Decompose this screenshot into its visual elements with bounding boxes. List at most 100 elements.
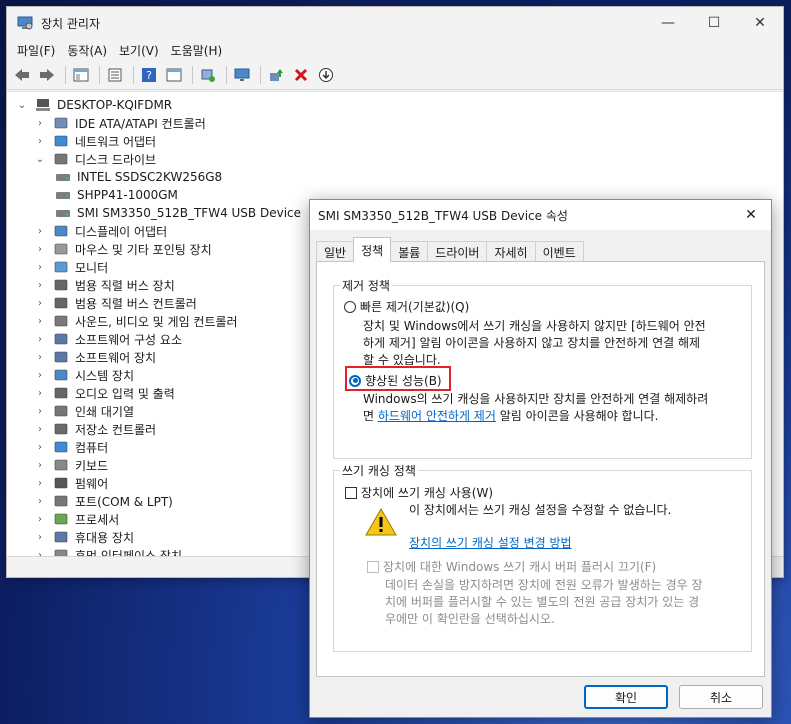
- chevron-right-icon[interactable]: ›: [33, 424, 47, 435]
- update-driver-icon: [270, 69, 283, 81]
- tree-category-item[interactable]: › 마우스 및 기타 포인팅 장치: [33, 240, 212, 258]
- tree-category-item[interactable]: › 펌웨어: [33, 474, 108, 492]
- properties-icon: [108, 68, 122, 82]
- quick-removal-radio[interactable]: 빠른 제거(기본값)(Q): [344, 298, 469, 315]
- toolbar: ?: [7, 61, 783, 90]
- policy-panel: 제거 정책 빠른 제거(기본값)(Q) 장치 및 Windows에서 쓰기 캐싱…: [316, 261, 765, 677]
- device-category-icon: [54, 387, 68, 399]
- close-button[interactable]: ✕: [737, 7, 783, 39]
- ok-button[interactable]: 확인: [584, 685, 668, 709]
- device-category-icon: [54, 135, 68, 147]
- tab-details[interactable]: 자세히: [486, 241, 536, 262]
- tree-category-item[interactable]: › 인쇄 대기열: [33, 402, 134, 420]
- tree-category-item[interactable]: › 프로세서: [33, 510, 119, 528]
- tree-category-item[interactable]: › 휴대용 장치: [33, 528, 134, 546]
- view-pane-button[interactable]: [163, 64, 185, 86]
- flush-desc-line: 치에 버퍼를 플러시할 수 있는 별도의 전원 공급 장치가 있는 경: [385, 595, 700, 609]
- dialog-close-button[interactable]: ✕: [731, 200, 771, 230]
- menu-file[interactable]: 파일(F): [11, 42, 61, 59]
- tab-policy[interactable]: 정책: [353, 237, 392, 262]
- tree-category-item[interactable]: › 소프트웨어 구성 요소: [33, 330, 182, 348]
- minimize-button[interactable]: —: [645, 7, 691, 39]
- tree-category-item[interactable]: › 범용 직렬 버스 컨트롤러: [33, 294, 197, 312]
- tree-item-label: 저장소 컨트롤러: [75, 422, 157, 437]
- device-category-icon: [54, 243, 68, 255]
- tab-volume[interactable]: 볼륨: [390, 241, 429, 262]
- tree-child-item[interactable]: SHPP41-1000GM: [55, 186, 178, 204]
- chevron-down-icon[interactable]: ⌄: [15, 100, 29, 111]
- better-performance-radio[interactable]: 향상된 성능(B): [349, 372, 442, 389]
- chevron-right-icon[interactable]: ›: [33, 136, 47, 147]
- menu-help[interactable]: 도움말(H): [165, 42, 229, 59]
- tree-item-label: 모니터: [75, 260, 109, 275]
- tree-root[interactable]: ⌄ DESKTOP-KQIFDMR: [15, 96, 172, 114]
- chevron-right-icon[interactable]: ›: [33, 352, 47, 363]
- chevron-right-icon[interactable]: ›: [33, 496, 47, 507]
- chevron-right-icon[interactable]: ›: [33, 514, 47, 525]
- chevron-right-icon[interactable]: ›: [33, 316, 47, 327]
- menu-action[interactable]: 동작(A): [61, 42, 113, 59]
- chevron-right-icon[interactable]: ›: [33, 226, 47, 237]
- menu-view[interactable]: 보기(V): [113, 42, 165, 59]
- tab-events[interactable]: 이벤트: [534, 241, 584, 262]
- chevron-right-icon[interactable]: ›: [33, 334, 47, 345]
- show-hide-tree-button[interactable]: [70, 64, 92, 86]
- tree-child-item[interactable]: INTEL SSDSC2KW256G8: [55, 168, 222, 186]
- update-driver-button[interactable]: [265, 64, 287, 86]
- tree-category-item[interactable]: › 범용 직렬 버스 장치: [33, 276, 175, 294]
- change-caching-settings-link[interactable]: 장치의 쓰기 캐싱 설정 변경 방법: [409, 535, 572, 552]
- tab-general[interactable]: 일반: [316, 241, 355, 262]
- monitor-button[interactable]: [231, 64, 253, 86]
- tree-category-item[interactable]: › 저장소 컨트롤러: [33, 420, 156, 438]
- tree-category-item[interactable]: ⌄ 디스크 드라이브: [33, 150, 156, 168]
- chevron-down-icon[interactable]: ⌄: [33, 154, 47, 165]
- tab-driver[interactable]: 드라이버: [427, 241, 488, 262]
- tree-item-label: 소프트웨어 구성 요소: [75, 332, 182, 347]
- enable-write-caching-checkbox[interactable]: 장치에 쓰기 캐싱 사용(W): [345, 484, 493, 501]
- back-button[interactable]: [11, 64, 33, 86]
- chevron-right-icon[interactable]: ›: [33, 388, 47, 399]
- chevron-right-icon[interactable]: ›: [33, 532, 47, 543]
- forward-button[interactable]: [36, 64, 58, 86]
- tree-item-label: 휴대용 장치: [75, 530, 135, 545]
- write-caching-legend: 쓰기 캐싱 정책: [342, 464, 416, 478]
- help-button[interactable]: ?: [138, 64, 160, 86]
- chevron-right-icon[interactable]: ›: [33, 478, 47, 489]
- tree-category-item[interactable]: › IDE ATA/ATAPI 컨트롤러: [33, 114, 206, 132]
- tree-child-item[interactable]: SMI SM3350_512B_TFW4 USB Device: [55, 204, 301, 222]
- tree-category-item[interactable]: › 오디오 입력 및 출력: [33, 384, 175, 402]
- chevron-right-icon[interactable]: ›: [33, 244, 47, 255]
- quick-desc-line: 하게 제거] 알림 아이콘을 사용하지 않고 장치를 안전하게 연결 해제: [363, 336, 701, 350]
- safely-remove-hardware-link[interactable]: 하드웨어 안전하게 제거: [378, 409, 496, 423]
- chevron-right-icon[interactable]: ›: [33, 370, 47, 381]
- better-desc-line: 면 하드웨어 안전하게 제거 알림 아이콘을 사용해야 합니다.: [363, 408, 708, 425]
- tree-category-item[interactable]: › 시스템 장치: [33, 366, 134, 384]
- tree-item-label: 소프트웨어 장치: [75, 350, 157, 365]
- title-bar: 장치 관리자 — ☐ ✕: [7, 7, 783, 39]
- tree-category-item[interactable]: › 네트워크 어댑터: [33, 132, 156, 150]
- uninstall-button[interactable]: [290, 64, 312, 86]
- maximize-button[interactable]: ☐: [691, 7, 737, 39]
- cancel-button[interactable]: 취소: [679, 685, 763, 709]
- chevron-right-icon[interactable]: ›: [33, 280, 47, 291]
- properties-button[interactable]: [104, 64, 126, 86]
- disable-device-button[interactable]: [315, 64, 337, 86]
- checkbox-unchecked-icon: [345, 486, 357, 499]
- tree-category-item[interactable]: › 키보드: [33, 456, 108, 474]
- chevron-right-icon[interactable]: ›: [33, 442, 47, 453]
- tree-category-item[interactable]: › 포트(COM & LPT): [33, 492, 173, 510]
- tree-category-item[interactable]: › 디스플레이 어댑터: [33, 222, 167, 240]
- warning-text: 이 장치에서는 쓰기 캐싱 설정을 수정할 수 없습니다.: [409, 503, 672, 517]
- tree-category-item[interactable]: › 모니터: [33, 258, 108, 276]
- chevron-right-icon[interactable]: ›: [33, 298, 47, 309]
- chevron-right-icon[interactable]: ›: [33, 406, 47, 417]
- chevron-right-icon[interactable]: ›: [33, 118, 47, 129]
- chevron-right-icon[interactable]: ›: [33, 262, 47, 273]
- scan-hardware-button[interactable]: [197, 64, 219, 86]
- turn-off-buffer-flushing-checkbox[interactable]: 장치에 대한 Windows 쓰기 캐시 버퍼 플러시 끄기(F): [367, 558, 656, 575]
- tree-category-item[interactable]: › 컴퓨터: [33, 438, 108, 456]
- tree-category-item[interactable]: › 사운드, 비디오 및 게임 컨트롤러: [33, 312, 238, 330]
- chevron-right-icon[interactable]: ›: [33, 460, 47, 471]
- tree-category-item[interactable]: › 소프트웨어 장치: [33, 348, 156, 366]
- quick-desc-line: 장치 및 Windows에서 쓰기 캐싱을 사용하지 않지만 [하드웨어 안전: [363, 319, 706, 333]
